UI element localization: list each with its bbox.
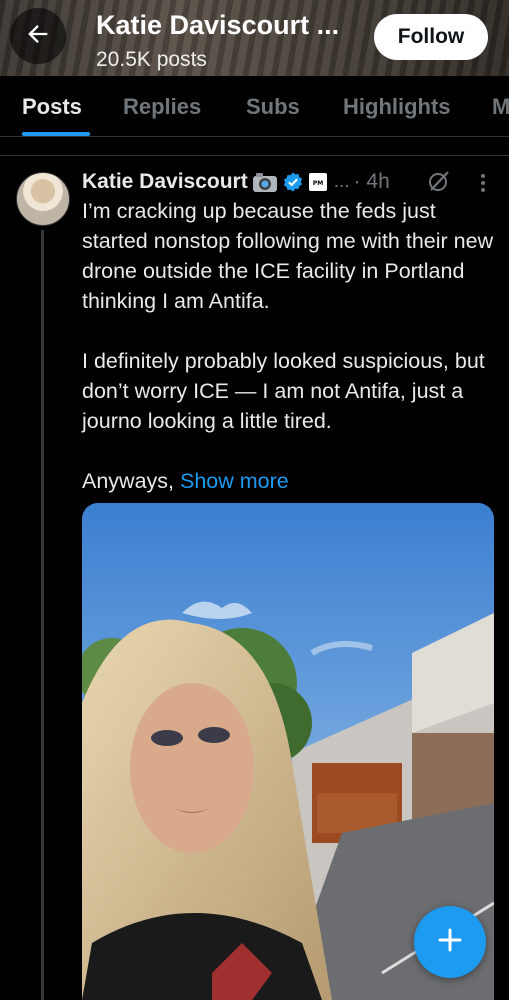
more-vertical-icon[interactable] xyxy=(476,172,490,199)
thread-line xyxy=(41,230,44,1000)
active-tab-indicator xyxy=(22,132,90,136)
profile-name-title: Katie Daviscourt ... xyxy=(96,10,340,40)
arrow-left-icon xyxy=(24,20,52,53)
posts-count: 20.5K posts xyxy=(96,48,207,71)
post-author-row: Katie Daviscourt PM ... · 4h xyxy=(82,168,390,196)
back-button[interactable] xyxy=(10,8,66,64)
tab-highlights[interactable]: Highlights xyxy=(343,94,451,120)
post-text: I’m cracking up because the feds just st… xyxy=(82,196,498,496)
follow-button[interactable]: Follow xyxy=(374,14,488,60)
tab-posts[interactable]: Posts xyxy=(22,94,82,120)
svg-text:PM: PM xyxy=(313,180,323,187)
tab-replies[interactable]: Replies xyxy=(123,94,201,120)
profile-tabs: Posts Replies Subs Highlights M xyxy=(0,76,509,137)
avatar[interactable] xyxy=(16,172,70,226)
plus-icon xyxy=(436,926,464,959)
profile-header-banner: Katie Daviscourt ... 20.5K posts Follow xyxy=(0,0,509,76)
author-name[interactable]: Katie Daviscourt xyxy=(82,170,248,194)
post-timestamp[interactable]: · 4h xyxy=(354,170,390,194)
camera-emoji-badge xyxy=(252,171,278,193)
grok-icon[interactable] xyxy=(426,168,452,199)
affiliation-badge: PM xyxy=(308,172,328,192)
post-paragraph-text: Anyways, xyxy=(82,469,175,493)
compose-button[interactable] xyxy=(414,906,486,978)
author-handle[interactable]: ... xyxy=(334,171,350,193)
timeline-divider xyxy=(0,155,509,156)
tab-media[interactable]: M xyxy=(492,94,509,120)
post-paragraph: I definitely probably looked suspicious,… xyxy=(82,349,485,433)
tab-subs[interactable]: Subs xyxy=(246,94,300,120)
post-paragraph: I’m cracking up because the feds just st… xyxy=(82,199,494,313)
verified-badge-icon xyxy=(282,171,304,193)
post-paragraph-last: Anyways, Show more xyxy=(82,466,498,496)
show-more-link[interactable]: Show more xyxy=(180,469,289,493)
